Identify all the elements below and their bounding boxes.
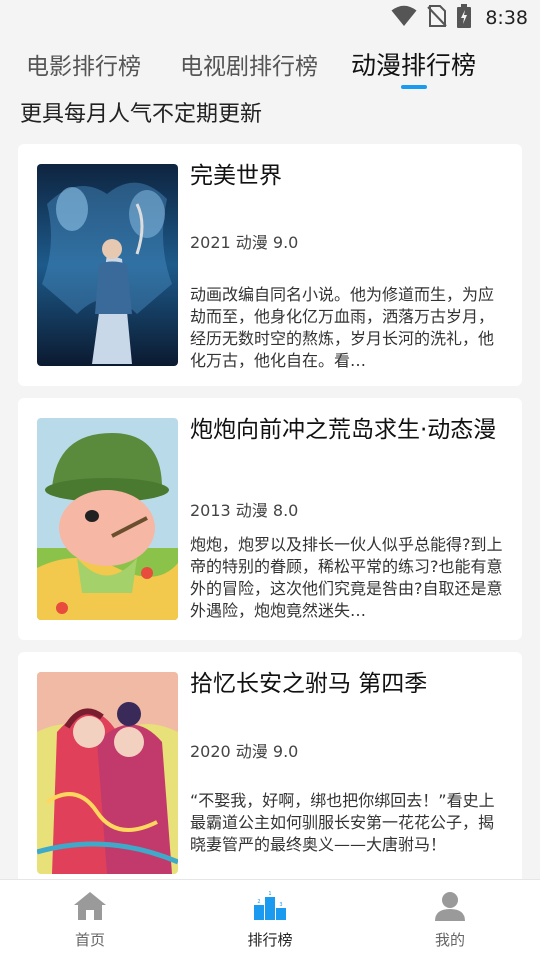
card-info: 拾忆长安之驸马 第四季 bbox=[190, 668, 504, 700]
tab-label: 电视剧排行榜 bbox=[180, 54, 318, 80]
tab-label: 电影排行榜 bbox=[26, 54, 141, 80]
ranking-icon: 1 2 3 bbox=[253, 891, 287, 925]
nav-ranking[interactable]: 1 2 3 排行榜 bbox=[180, 880, 360, 961]
svg-text:2: 2 bbox=[257, 899, 260, 905]
item-meta: 2021 动漫 9.0 bbox=[190, 233, 299, 252]
bottom-navigation: 首页 1 2 3 排行榜 我的 bbox=[0, 879, 540, 961]
svg-text:3: 3 bbox=[279, 902, 282, 908]
tab-tv-ranking[interactable]: 电视剧排行榜 bbox=[180, 36, 318, 92]
poster-image bbox=[37, 164, 178, 366]
item-meta: 2013 动漫 8.0 bbox=[190, 501, 299, 520]
card-info: 完美世界 bbox=[190, 160, 504, 192]
tab-anime-ranking[interactable]: 动漫排行榜 bbox=[351, 36, 476, 92]
tab-label: 动漫排行榜 bbox=[351, 51, 477, 80]
nav-label: 我的 bbox=[434, 931, 465, 949]
page-subtitle: 更具每月人气不定期更新 bbox=[20, 102, 263, 127]
home-icon bbox=[73, 891, 107, 925]
ranking-list: 完美世界 2021 动漫 9.0 动画改编自同名小说。他为修道而生，为应劫而至，… bbox=[18, 144, 522, 934]
poster-image bbox=[37, 418, 178, 620]
nav-profile[interactable]: 我的 bbox=[360, 880, 540, 961]
nav-label: 首页 bbox=[74, 931, 105, 949]
tab-movie-ranking[interactable]: 电影排行榜 bbox=[26, 36, 141, 92]
category-tabs: 电影排行榜 电视剧排行榜 动漫排行榜 bbox=[0, 36, 540, 92]
ranking-card[interactable]: 完美世界 2021 动漫 9.0 动画改编自同名小说。他为修道而生，为应劫而至，… bbox=[18, 144, 522, 386]
ranking-card[interactable]: 炮炮向前冲之荒岛求生·动态漫 2013 动漫 8.0 炮炮，炮罗以及排长一伙人似… bbox=[18, 398, 522, 640]
item-description: 动画改编自同名小说。他为修道而生，为应劫而至，他身化亿万血雨，洒落万古岁月，经历… bbox=[190, 285, 495, 370]
nav-home[interactable]: 首页 bbox=[0, 880, 180, 961]
card-info: 炮炮向前冲之荒岛求生·动态漫 bbox=[190, 414, 504, 446]
no-sim-icon bbox=[427, 5, 448, 31]
item-title: 炮炮向前冲之荒岛求生·动态漫 bbox=[190, 417, 497, 443]
nav-label: 排行榜 bbox=[247, 931, 293, 949]
item-description: “不娶我，好啊，绑也把你绑回去！”看史上最霸道公主如何驯服长安第一花花公子，揭晓… bbox=[190, 791, 495, 854]
profile-icon bbox=[433, 891, 467, 925]
wifi-icon bbox=[391, 5, 417, 31]
clock-time: 8:38 bbox=[485, 7, 528, 29]
item-title: 完美世界 bbox=[190, 163, 282, 189]
svg-text:1: 1 bbox=[268, 891, 271, 897]
item-title: 拾忆长安之驸马 第四季 bbox=[190, 671, 428, 697]
item-description: 炮炮，炮罗以及排长一伙人似乎总能得?到上帝的特别的眷顾，稀松平常的练习?也能有意… bbox=[190, 535, 503, 620]
poster-image bbox=[37, 672, 178, 874]
item-meta: 2020 动漫 9.0 bbox=[190, 742, 299, 761]
active-tab-indicator bbox=[400, 85, 427, 89]
status-bar: 8:38 bbox=[0, 0, 540, 36]
battery-charging-icon bbox=[457, 4, 472, 32]
